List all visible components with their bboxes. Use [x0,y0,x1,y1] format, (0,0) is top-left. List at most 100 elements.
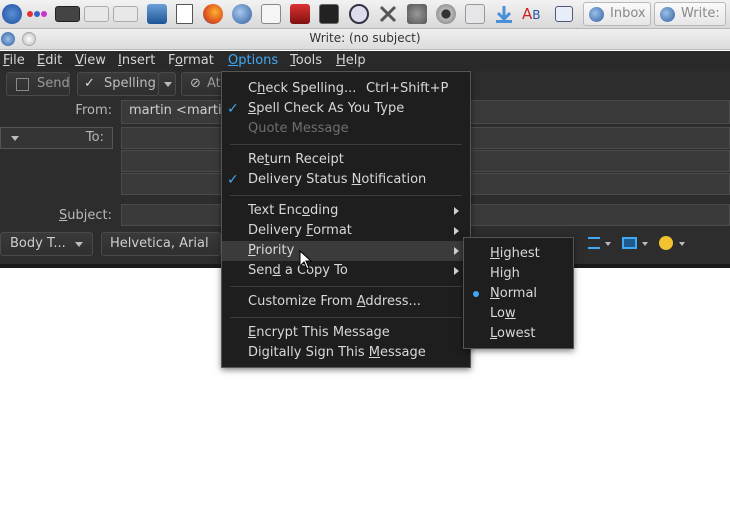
spelling-dropdown-button[interactable] [158,72,176,96]
show-desktop-icon[interactable] [147,4,167,24]
menu-format[interactable]: Format [168,53,214,68]
task-write-label: Write: [681,6,720,21]
submenu-arrow-icon [454,207,459,215]
chevron-down-icon [642,242,648,246]
menu-sign[interactable]: Digitally Sign This Message [222,343,470,363]
chevron-down-icon [75,242,83,247]
menu-delivery-status[interactable]: ✓ Delivery Status Notification [222,170,470,190]
menu-send-copy-to[interactable]: Send a Copy To [222,261,470,281]
menu-edit[interactable]: Edit [37,53,62,68]
to-type-dropdown[interactable]: To: [0,127,113,149]
align-center-icon [588,237,600,249]
from-label: From: [75,103,112,118]
image-icon [622,237,637,249]
presentation-icon[interactable] [290,4,310,24]
check-icon: ✓ [227,172,239,188]
menu-encrypt[interactable]: Encrypt This Message [222,323,470,343]
subject-label-text: ubject: [67,208,112,223]
subject-label: Subject: [59,208,112,223]
desktop-1-icon[interactable] [55,6,80,22]
webcam-icon[interactable] [436,4,456,24]
tools-icon[interactable] [378,4,398,24]
check-spelling-shortcut: Ctrl+Shift+P [366,81,449,96]
menu-separator [230,317,462,318]
text-editor-icon[interactable] [261,4,281,24]
menu-check-spelling[interactable]: Check Spelling... Ctrl+Shift+P [222,79,470,99]
smiley-icon [659,236,673,250]
priority-low[interactable]: Low [464,304,573,324]
priority-highest[interactable]: Highest [464,244,573,264]
menu-tools[interactable]: Tools [290,53,322,68]
gimp-icon[interactable] [407,4,427,24]
font-value: Helvetica, Arial [110,236,209,251]
menu-view[interactable]: View [75,53,106,68]
send-label: Send [37,76,70,91]
menu-priority[interactable]: Priority [222,241,470,261]
insert-button[interactable] [622,236,652,252]
send-icon [16,78,29,91]
terminal-icon[interactable] [319,4,339,24]
check-icon: ✓ [84,76,95,91]
priority-high[interactable]: High [464,264,573,284]
spelling-label: Spelling [104,76,156,91]
smiley-button[interactable] [659,236,689,252]
priority-normal[interactable]: Normal [464,284,573,304]
submenu-arrow-icon [454,267,459,275]
menu-options[interactable]: Options [228,53,278,68]
chevron-down-icon [11,136,19,141]
window-list-icon[interactable] [555,6,573,22]
menu-separator [230,286,462,287]
menu-separator [230,144,462,145]
thunderbird-icon [660,7,675,22]
align-button[interactable] [588,237,614,253]
menubar: File Edit View Insert Format Options Too… [0,51,730,71]
paragraph-style-select[interactable]: Body T... [0,232,93,256]
chevron-down-icon [605,242,611,246]
lock-icon[interactable] [349,4,369,24]
window-titlebar[interactable]: Write: (no subject) [0,29,730,50]
send-button[interactable]: Send [6,72,70,96]
menu-file[interactable]: File [3,53,25,68]
check-icon: ✓ [227,101,239,117]
window-title: Write: (no subject) [309,31,421,45]
submenu-arrow-icon [454,227,459,235]
submenu-arrow-icon [454,247,459,255]
kde-menu-icon[interactable] [2,4,22,24]
menu-return-receipt[interactable]: Return Receipt [222,150,470,170]
spelling-button[interactable]: ✓ Spelling [77,72,159,96]
firefox-icon[interactable] [203,4,223,24]
desktop-2-icon[interactable] [84,6,109,22]
task-inbox-label: Inbox [610,6,646,21]
paragraph-style-value: Body T... [10,236,66,251]
chevron-down-icon [679,242,685,246]
fonts-icon[interactable]: AB [522,4,542,24]
priority-submenu: Highest High Normal Low Lowest [463,237,574,349]
attach-button[interactable]: ⊘ At [181,72,226,96]
menu-delivery-format[interactable]: Delivery Format [222,221,470,241]
taskbar: AB Inbox Write: [0,0,730,29]
font-select[interactable]: Helvetica, Arial [101,232,221,256]
menu-help[interactable]: Help [336,53,366,68]
thunderbird-icon [589,7,604,22]
to-label: To: [85,130,104,145]
menu-spell-as-you-type[interactable]: ✓ Spell Check As You Type [222,99,470,119]
menu-quote-message[interactable]: Quote Message [222,119,470,139]
attach-label: At [207,76,221,91]
task-write[interactable]: Write: [654,2,726,26]
thunderbird-icon[interactable] [232,4,252,24]
options-menu: Check Spelling... Ctrl+Shift+P ✓ Spell C… [221,71,471,368]
pager-icon[interactable] [26,4,48,24]
screenshot-icon[interactable] [465,4,485,24]
radio-selected-icon [473,291,479,297]
document-icon[interactable] [176,4,193,24]
menu-separator [230,195,462,196]
task-inbox[interactable]: Inbox [583,2,651,26]
priority-lowest[interactable]: Lowest [464,324,573,344]
chevron-down-icon [164,82,172,87]
menu-customize-from[interactable]: Customize From Address... [222,292,470,312]
desktop-3-icon[interactable] [113,6,138,22]
download-icon[interactable] [494,4,514,24]
menu-text-encoding[interactable]: Text Encoding [222,201,470,221]
paperclip-icon: ⊘ [190,76,201,91]
menu-insert[interactable]: Insert [118,53,155,68]
